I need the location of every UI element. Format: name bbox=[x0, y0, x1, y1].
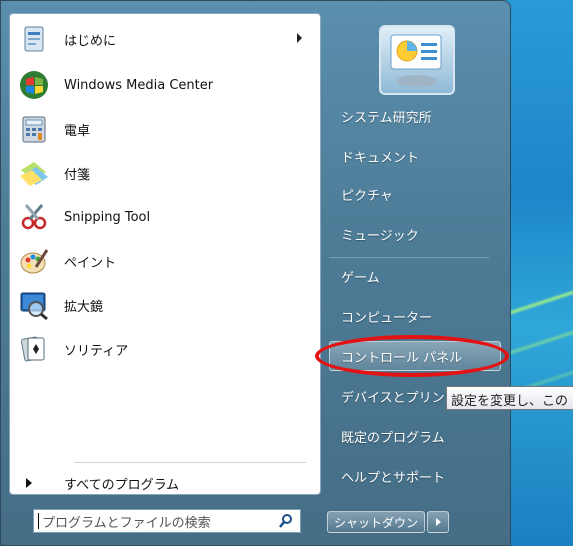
annotation-circle bbox=[315, 335, 509, 377]
program-label: ペイント bbox=[64, 255, 117, 271]
tooltip: 設定を変更し、この bbox=[446, 386, 573, 410]
program-label: 付箋 bbox=[64, 167, 91, 183]
program-solitaire[interactable]: ソリティア bbox=[16, 330, 312, 368]
chevron-right-icon bbox=[435, 518, 441, 526]
all-programs-label: すべてのプログラム bbox=[64, 477, 180, 493]
desktop-wallpaper bbox=[505, 0, 573, 546]
search-input[interactable]: プログラムとファイルの検索 bbox=[33, 509, 301, 533]
start-menu: はじめに Windows Media Center 電卓 付箋 Snipping… bbox=[0, 0, 511, 546]
right-item-devices-printers[interactable]: デバイスとプリン bbox=[341, 387, 445, 406]
program-label: 電卓 bbox=[64, 123, 91, 139]
program-snipping-tool[interactable]: Snipping Tool bbox=[16, 198, 312, 236]
program-getting-started[interactable]: はじめに bbox=[16, 20, 312, 58]
programs-pane: はじめに Windows Media Center 電卓 付箋 Snipping… bbox=[9, 13, 321, 495]
divider bbox=[74, 462, 306, 463]
magnifier-icon bbox=[16, 287, 52, 323]
submenu-arrow-icon bbox=[297, 33, 302, 43]
program-paint[interactable]: ペイント bbox=[16, 242, 312, 280]
right-item-pictures[interactable]: ピクチャ bbox=[341, 185, 393, 204]
right-item-games[interactable]: ゲーム bbox=[341, 267, 380, 286]
calculator-icon bbox=[16, 111, 52, 147]
divider bbox=[329, 257, 489, 258]
right-item-default-programs[interactable]: 既定のプログラム bbox=[341, 427, 445, 446]
right-item-documents[interactable]: ドキュメント bbox=[341, 147, 419, 166]
all-programs-button[interactable]: すべてのプログラム bbox=[26, 469, 179, 497]
solitaire-icon bbox=[16, 331, 52, 367]
right-item-computer[interactable]: コンピューター bbox=[341, 307, 432, 326]
shutdown-button[interactable]: シャットダウン bbox=[327, 511, 426, 533]
right-item-system-lab[interactable]: システム研究所 bbox=[341, 107, 432, 126]
snipping-tool-icon bbox=[16, 199, 52, 235]
expand-arrow-icon bbox=[26, 478, 32, 488]
program-label: Windows Media Center bbox=[64, 77, 214, 93]
right-item-help-support[interactable]: ヘルプとサポート bbox=[341, 467, 445, 486]
getting-started-icon bbox=[16, 21, 52, 57]
program-label: はじめに bbox=[64, 33, 117, 49]
program-sticky-notes[interactable]: 付箋 bbox=[16, 154, 312, 192]
program-magnifier[interactable]: 拡大鏡 bbox=[16, 286, 312, 324]
program-label: Snipping Tool bbox=[64, 209, 151, 225]
program-label: 拡大鏡 bbox=[64, 299, 104, 315]
paint-icon bbox=[16, 243, 52, 279]
sticky-notes-icon bbox=[16, 155, 52, 191]
program-label: ソリティア bbox=[64, 343, 129, 359]
search-placeholder: プログラムとファイルの検索 bbox=[42, 515, 211, 531]
text-cursor bbox=[38, 513, 39, 529]
search-icon[interactable] bbox=[278, 513, 294, 533]
user-picture-icon[interactable] bbox=[379, 25, 455, 95]
program-media-center[interactable]: Windows Media Center bbox=[16, 66, 312, 104]
media-center-icon bbox=[16, 67, 52, 103]
shutdown-options-button[interactable] bbox=[427, 511, 450, 533]
program-calculator[interactable]: 電卓 bbox=[16, 110, 312, 148]
shutdown-group: シャットダウン bbox=[327, 511, 450, 533]
right-item-music[interactable]: ミュージック bbox=[341, 225, 419, 244]
